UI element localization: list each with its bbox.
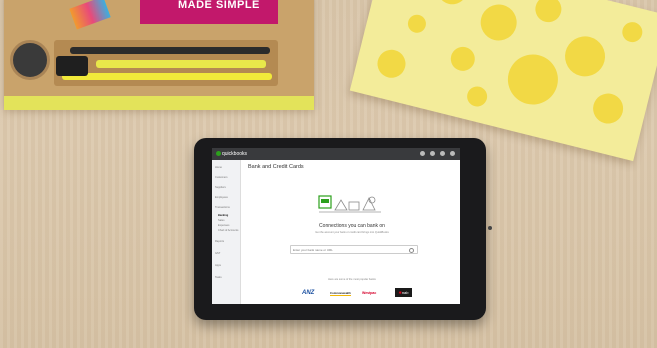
sidebar-item-banking[interactable]: Banking: [218, 214, 228, 217]
notebook-dot: [589, 90, 627, 127]
tape-roll: [10, 40, 50, 80]
bank-logo-commonwealth[interactable]: Commonwealth: [330, 291, 351, 296]
page-title: Bank and Credit Cards: [248, 164, 304, 170]
connections-subheading: Get the account your bank or credit card…: [315, 231, 389, 234]
sidebar-item-apps[interactable]: Apps: [215, 264, 221, 267]
yellow-marker: [96, 60, 266, 68]
sidebar-item-employees[interactable]: Employees: [215, 196, 228, 199]
tablet-screen: quickbooks Home Customers Suppliers Empl…: [212, 148, 460, 304]
help-icon[interactable]: [440, 151, 445, 156]
sidebar-item-sales[interactable]: Sales: [218, 219, 225, 222]
notebook-dot: [448, 44, 478, 74]
sidebar-item-transactions[interactable]: Transactions: [215, 206, 230, 209]
sidebar-item-gst[interactable]: GST: [215, 252, 220, 255]
connections-heading: Connections you can bank on: [319, 223, 385, 229]
sidebar-item-customers[interactable]: Customers: [215, 176, 228, 179]
notebook-dot: [502, 49, 564, 110]
app-topbar: quickbooks: [212, 148, 460, 160]
notebook-dot: [374, 46, 409, 81]
sidebar-item-expenses[interactable]: Expenses: [218, 224, 229, 227]
notebook-dot: [406, 12, 428, 35]
sidebar-item-tasks[interactable]: Tasks: [215, 276, 222, 279]
nab-label: nab: [401, 290, 409, 295]
search-icon[interactable]: [430, 151, 435, 156]
search-field-icon: [409, 248, 414, 253]
notebook-dot: [620, 19, 645, 45]
bank-logo-nab[interactable]: ✱nab: [395, 288, 412, 297]
notebook-dot: [532, 0, 565, 25]
bank-connection-illustration-icon: [318, 195, 381, 213]
notebook-dot: [476, 0, 521, 45]
tray-yellow-edge: [4, 96, 314, 110]
home-button: [488, 226, 492, 230]
bank-logo-anz[interactable]: ANZ: [302, 289, 314, 297]
brand-label: quickbooks: [222, 151, 248, 157]
sidebar-item-suppliers[interactable]: Suppliers: [215, 186, 226, 189]
yellow-pen: [62, 73, 272, 80]
gear-icon[interactable]: [420, 151, 425, 156]
bank-logo-westpac[interactable]: Westpac: [362, 290, 376, 296]
black-pen: [70, 47, 270, 54]
notification-icon[interactable]: [450, 151, 455, 156]
popular-banks-label: Here are some of the most popular banks: [328, 278, 376, 281]
sidebar-item-home[interactable]: Home: [215, 166, 222, 169]
sidebar-item-chart-of-accounts[interactable]: Chart of Accounts: [218, 229, 238, 232]
notebook-dot: [434, 0, 471, 8]
quickbooks-logo-icon: [216, 151, 221, 157]
bank-search-input[interactable]: [290, 245, 418, 254]
sidebar-item-reports[interactable]: Reports: [215, 240, 224, 243]
notebook-dot: [560, 32, 610, 81]
card-text: MADE SIMPLE: [178, 0, 260, 11]
app-brand: quickbooks: [216, 150, 247, 158]
notebook-dot: [465, 84, 490, 109]
sidebar: Home Customers Suppliers Employees Trans…: [212, 160, 241, 304]
binder-clip: [56, 56, 88, 76]
desk-scene: MADE SIMPLE quickbooks Home Customers Su…: [0, 0, 657, 348]
